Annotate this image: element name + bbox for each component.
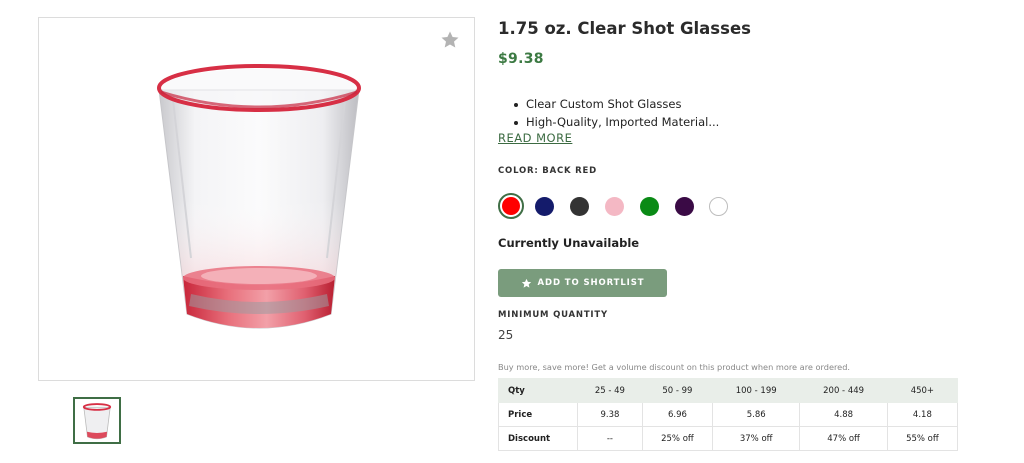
pricing-table: Qty 25 - 49 50 - 99 100 - 199 200 - 449 … xyxy=(498,378,959,451)
table-row: Price 9.38 6.96 5.86 4.88 4.18 xyxy=(498,402,959,427)
swatch-purple[interactable] xyxy=(675,197,694,216)
table-cell: 55% off xyxy=(886,426,959,451)
favorite-star-icon[interactable] xyxy=(440,30,460,50)
swatch-charcoal[interactable] xyxy=(570,197,589,216)
swatch-green[interactable] xyxy=(640,197,659,216)
table-cell: 9.38 xyxy=(577,402,643,427)
table-cell: Price xyxy=(498,402,578,427)
table-cell: 200 - 449 xyxy=(799,378,888,403)
table-cell: Qty xyxy=(498,378,578,403)
table-cell: 47% off xyxy=(799,426,888,451)
table-cell: -- xyxy=(577,426,643,451)
availability-status: Currently Unavailable xyxy=(498,236,640,250)
read-more-link[interactable]: READ MORE xyxy=(498,131,572,145)
table-cell: 4.88 xyxy=(799,402,888,427)
table-row: Discount -- 25% off 37% off 47% off 55% … xyxy=(498,426,959,451)
product-price: $9.38 xyxy=(498,51,544,67)
table-cell: Discount xyxy=(498,426,578,451)
color-swatches xyxy=(498,193,738,219)
swatch-navy[interactable] xyxy=(535,197,554,216)
minimum-quantity-label: MINIMUM QUANTITY xyxy=(498,310,608,320)
star-icon xyxy=(521,278,531,288)
table-cell: 100 - 199 xyxy=(711,378,801,403)
shot-glass-thumbnail-icon xyxy=(82,403,112,440)
swatch-pink[interactable] xyxy=(605,197,624,216)
table-cell: 5.86 xyxy=(711,402,801,427)
table-cell: 450+ xyxy=(886,378,959,403)
minimum-quantity-value: 25 xyxy=(498,328,514,342)
shortlist-button-label: ADD TO SHORTLIST xyxy=(537,278,645,288)
table-cell: 6.96 xyxy=(641,402,714,427)
feature-item: Clear Custom Shot Glasses xyxy=(512,95,719,113)
shot-glass-image xyxy=(157,64,361,329)
table-header-row: Qty 25 - 49 50 - 99 100 - 199 200 - 449 … xyxy=(498,378,959,403)
table-cell: 25 - 49 xyxy=(577,378,643,403)
volume-discount-note: Buy more, save more! Get a volume discou… xyxy=(498,362,851,372)
feature-item: High-Quality, Imported Material... xyxy=(512,113,719,131)
thumbnail-image[interactable] xyxy=(73,397,121,444)
table-cell: 25% off xyxy=(641,426,714,451)
swatch-white[interactable] xyxy=(709,197,728,216)
product-main-image xyxy=(38,17,475,381)
product-title: 1.75 oz. Clear Shot Glasses xyxy=(498,19,751,38)
color-label: COLOR: BACK RED xyxy=(498,166,597,176)
table-cell: 37% off xyxy=(711,426,801,451)
feature-list: Clear Custom Shot Glasses High-Quality, … xyxy=(512,95,719,131)
table-cell: 50 - 99 xyxy=(641,378,714,403)
table-cell: 4.18 xyxy=(886,402,959,427)
swatch-red[interactable] xyxy=(498,193,524,219)
add-to-shortlist-button[interactable]: ADD TO SHORTLIST xyxy=(498,269,667,297)
